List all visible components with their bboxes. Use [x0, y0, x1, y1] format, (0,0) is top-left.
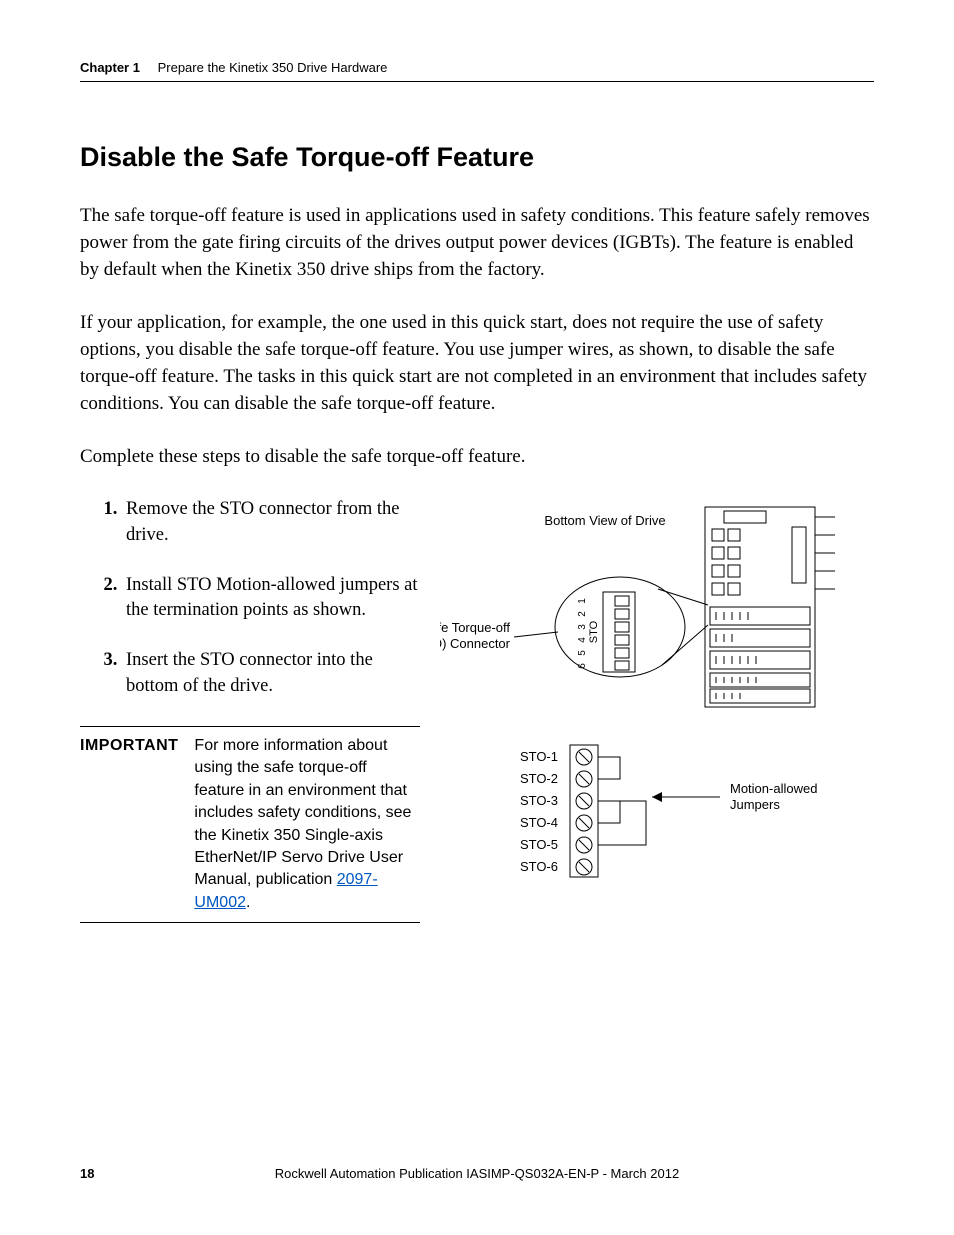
chapter-label: Chapter 1 — [80, 60, 140, 75]
section-heading: Disable the Safe Torque-off Feature — [80, 142, 874, 173]
important-text-after: . — [246, 894, 250, 911]
jumper-label-2: Jumpers — [730, 797, 780, 812]
left-column: Remove the STO connector from the drive.… — [80, 497, 420, 923]
step-item: Install STO Motion-allowed jumpers at th… — [122, 573, 420, 625]
diagram-top-label: Bottom View of Drive — [544, 513, 665, 528]
page: Chapter 1 Prepare the Kinetix 350 Drive … — [0, 0, 954, 1235]
diagram-svg: Bottom View of Drive — [440, 497, 870, 917]
pin-number: 5 — [577, 650, 588, 656]
pin-number: 2 — [577, 611, 588, 617]
sto-label-1: Safe Torque-off — [440, 620, 510, 635]
terminal-label: STO-2 — [520, 771, 558, 786]
pin-number: 4 — [577, 637, 588, 643]
two-column-region: Remove the STO connector from the drive.… — [80, 497, 874, 923]
terminal-label: STO-4 — [520, 815, 558, 830]
step-item: Insert the STO connector into the bottom… — [122, 648, 420, 700]
pin-number: 3 — [577, 624, 588, 630]
terminal-label: STO-6 — [520, 859, 558, 874]
sto-connector-detail: STO 1 2 3 4 5 6 — [555, 577, 708, 677]
important-text: For more information about using the saf… — [194, 735, 420, 914]
important-text-before: For more information about using the saf… — [194, 737, 411, 888]
diagram-region: Bottom View of Drive — [440, 497, 874, 917]
terminal-block: STO-1 STO-2 STO-3 STO-4 STO-5 STO-6 — [520, 745, 818, 877]
terminal-label: STO-3 — [520, 793, 558, 808]
important-label: IMPORTANT — [80, 735, 178, 914]
body-paragraph-3: Complete these steps to disable the safe… — [80, 444, 874, 471]
body-paragraph-2: If your application, for example, the on… — [80, 310, 874, 418]
step-item: Remove the STO connector from the drive. — [122, 497, 420, 549]
pin-number: 6 — [577, 663, 588, 669]
terminal-label: STO-1 — [520, 749, 558, 764]
publication-info: Rockwell Automation Publication IASIMP-Q… — [80, 1166, 874, 1181]
drive-bottom-view — [705, 507, 835, 707]
chapter-title: Prepare the Kinetix 350 Drive Hardware — [158, 60, 388, 75]
sto-label-2: (STO) Connector — [440, 636, 511, 651]
sto-vertical-label: STO — [588, 620, 600, 643]
page-footer: 18 Rockwell Automation Publication IASIM… — [80, 1166, 874, 1181]
terminal-label: STO-5 — [520, 837, 558, 852]
jumper-label-1: Motion-allowed — [730, 781, 817, 796]
steps-list: Remove the STO connector from the drive.… — [80, 497, 420, 700]
body-paragraph-1: The safe torque-off feature is used in a… — [80, 203, 874, 284]
important-callout: IMPORTANT For more information about usi… — [80, 726, 420, 923]
pin-number: 1 — [577, 598, 588, 604]
running-header: Chapter 1 Prepare the Kinetix 350 Drive … — [80, 60, 874, 82]
